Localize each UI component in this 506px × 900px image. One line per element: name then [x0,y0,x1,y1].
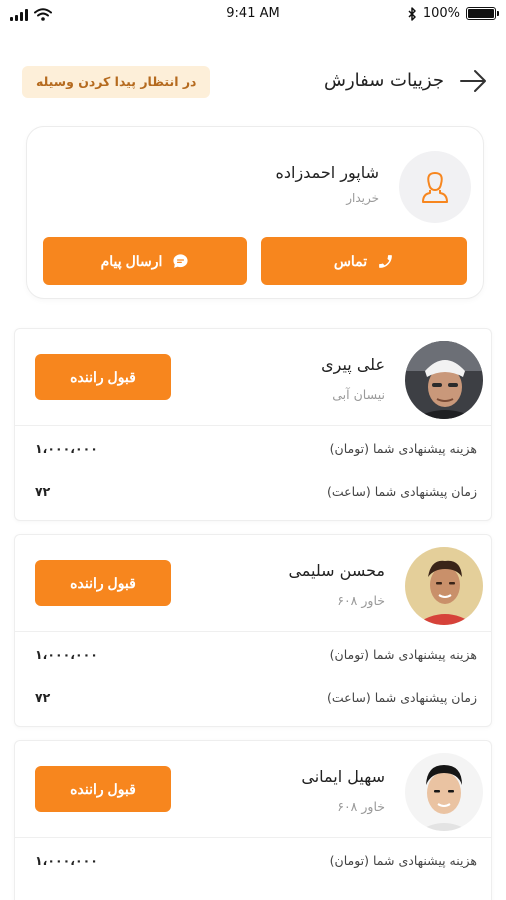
driver-card: علی پیری نیسان آبی قبول راننده هزینه پیش… [14,328,492,521]
time-label: زمان پیشنهادی شما (ساعت) [326,690,477,705]
driver-avatar [405,341,483,419]
driver-header: محسن سلیمی خاور ۶۰۸ قبول راننده [15,535,491,632]
driver-vehicle: نیسان آبی [332,387,385,402]
cost-label: هزینه پیشنهادی شما (تومان) [329,441,477,456]
bluetooth-icon [408,6,416,21]
driver-name: محسن سلیمی [288,561,385,580]
cost-row: هزینه پیشنهادی شما (تومان) ۱،۰۰۰،۰۰۰ [15,435,491,465]
cost-value: ۱،۰۰۰،۰۰۰ [35,441,98,456]
driver-avatar [405,547,483,625]
time-row: زمان پیشنهادی شما (ساعت) ۷۲ [15,684,491,714]
accept-driver-button[interactable]: قبول راننده [35,354,171,400]
cost-value: ۱،۰۰۰،۰۰۰ [35,853,98,868]
page-title: جزییات سفارش [324,70,444,91]
phone-icon [379,254,393,268]
driver-card: محسن سلیمی خاور ۶۰۸ قبول راننده هزینه پی… [14,534,492,727]
cost-label: هزینه پیشنهادی شما (تومان) [329,647,477,662]
battery-percent: 100% [422,6,460,21]
buyer-card: شاپور احمدزاده خریدار تماس ارسال پیام [26,126,484,299]
time-value: ۷۲ [35,690,51,705]
cost-label: هزینه پیشنهادی شما (تومان) [329,853,477,868]
status-bar: 9:41 AM 100% [0,0,506,30]
driver-name: سهیل ایمانی [301,767,385,786]
time-row: زمان پیشنهادی شما (ساعت) ۷۲ [15,478,491,508]
driver-vehicle: خاور ۶۰۸ [337,799,385,814]
driver-name: علی پیری [321,355,385,374]
driver-card: سهیل ایمانی خاور ۶۰۸ قبول راننده هزینه پ… [14,740,492,900]
driver-header: سهیل ایمانی خاور ۶۰۸ قبول راننده [15,741,491,838]
back-arrow-icon[interactable] [458,68,488,94]
cost-row: هزینه پیشنهادی شما (تومان) ۱،۰۰۰،۰۰۰ [15,641,491,671]
accept-driver-button[interactable]: قبول راننده [35,560,171,606]
status-right: 100% [408,6,499,21]
driver-vehicle: خاور ۶۰۸ [337,593,385,608]
buyer-name: شاپور احمدزاده [275,163,379,182]
cost-row: هزینه پیشنهادی شما (تومان) ۱،۰۰۰،۰۰۰ [15,847,491,877]
user-icon [422,172,448,203]
driver-header: علی پیری نیسان آبی قبول راننده [15,329,491,426]
status-badge: در انتظار پیدا کردن وسیله [22,66,211,98]
accept-driver-button[interactable]: قبول راننده [35,766,171,812]
driver-avatar [405,753,483,831]
time-value: ۷۲ [35,484,51,499]
chat-icon [173,253,188,268]
call-button[interactable]: تماس [261,237,467,285]
avatar [399,151,471,223]
cost-value: ۱،۰۰۰،۰۰۰ [35,647,98,662]
battery-icon [466,7,499,20]
send-message-label: ارسال پیام [100,252,163,269]
send-message-button[interactable]: ارسال پیام [43,237,247,285]
call-button-label: تماس [333,252,368,269]
header: جزییات سفارش در انتظار پیدا کردن وسیله [20,60,488,102]
time-label: زمان پیشنهادی شما (ساعت) [326,484,477,499]
buyer-role: خریدار [346,191,379,205]
